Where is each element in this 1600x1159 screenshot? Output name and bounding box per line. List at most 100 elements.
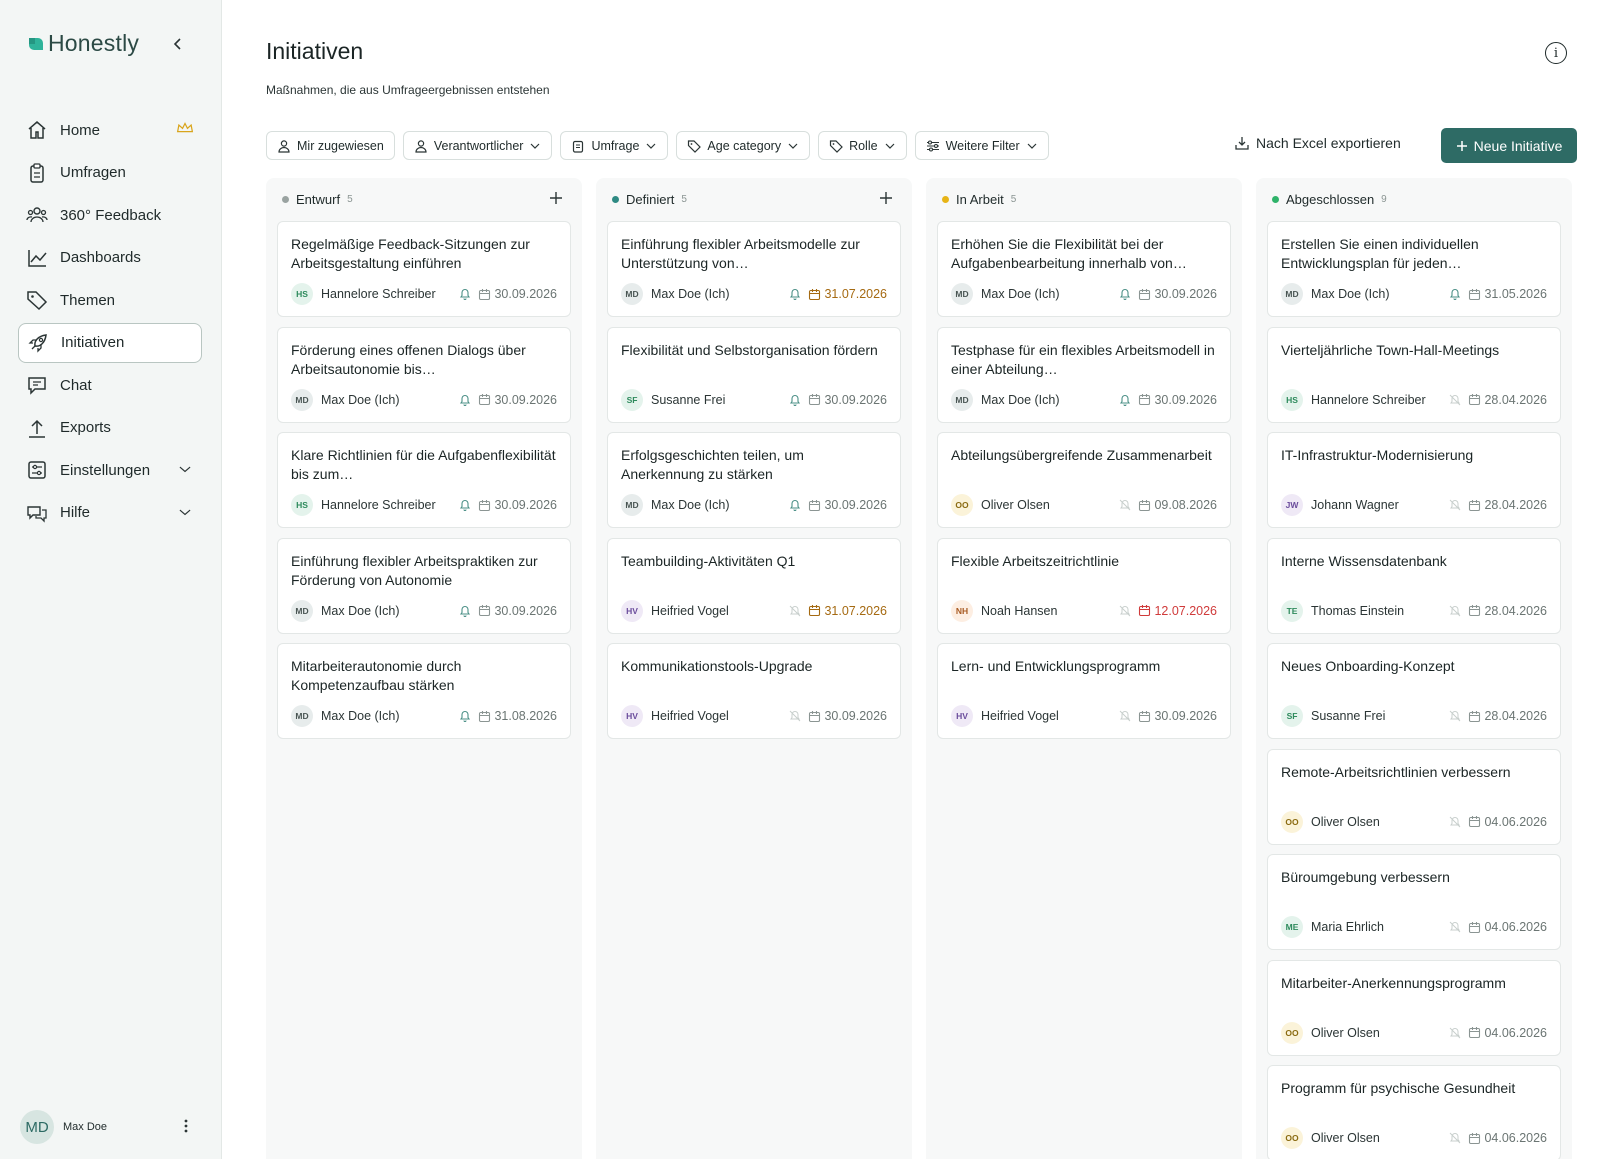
bell-off-icon[interactable] — [1448, 498, 1462, 512]
avatar: HV — [621, 705, 643, 727]
filter-verantwortlicher[interactable]: Verantwortlicher — [402, 131, 553, 160]
filter-label: Verantwortlicher — [433, 138, 524, 153]
avatar: OO — [951, 494, 973, 516]
due-date: 30.09.2026 — [478, 498, 557, 512]
bell-icon[interactable] — [1118, 287, 1132, 301]
card-owner: Heifried Vogel — [981, 709, 1059, 723]
card-footer: HV Heifried Vogel 30.09.2026 — [621, 705, 887, 727]
user-profile[interactable]: MD Max Doe — [20, 1110, 200, 1144]
initiative-card[interactable]: Einführung flexibler Arbeitspraktiken zu… — [277, 537, 571, 634]
card-title: Klare Richtlinien für die Aufgabenflexib… — [291, 447, 556, 482]
filter-mir-zugewiesen[interactable]: Mir zugewiesen — [266, 131, 395, 160]
sidebar-item-initiativen[interactable]: Initiativen — [18, 322, 202, 363]
initiative-card[interactable]: Büroumgebung verbessern ME Maria Ehrlich 04… — [1267, 854, 1561, 950]
new-initiative-button[interactable]: Neue Initiative — [1441, 128, 1577, 163]
initiative-card[interactable]: Einführung flexibler Arbeitsmodelle zur … — [607, 221, 901, 317]
initiative-card[interactable]: Interne Wissensdatenbank TE Thomas Einstei… — [1267, 537, 1561, 634]
bell-off-icon[interactable] — [788, 709, 802, 723]
initiative-card[interactable]: Flexible Arbeitszeitrichtlinie NH Noah Han… — [937, 537, 1231, 634]
card-owner: Heifried Vogel — [651, 709, 729, 723]
initiative-card[interactable]: Mitarbeiterautonomie durch Kompetenzaufb… — [277, 643, 571, 739]
bell-icon[interactable] — [788, 498, 802, 512]
initiative-card[interactable]: Vierteljährliche Town-Hall-Meetings HS Han… — [1267, 326, 1561, 423]
bell-off-icon[interactable] — [788, 604, 802, 618]
sidebar-item-chat[interactable]: Chat — [18, 365, 202, 405]
initiative-card[interactable]: Remote-Arbeitsrichtlinien verbessern OO Ol… — [1267, 748, 1561, 845]
bell-icon[interactable] — [1118, 393, 1132, 407]
due-date: 04.06.2026 — [1468, 920, 1547, 934]
initiative-card[interactable]: Lern- und Entwicklungsprogramm HV Heifried… — [937, 643, 1231, 739]
bell-off-icon[interactable] — [1448, 709, 1462, 723]
bell-icon[interactable] — [458, 498, 472, 512]
initiative-card[interactable]: Förderung eines offenen Dialogs über Arb… — [277, 326, 571, 423]
calendar-icon — [479, 394, 491, 406]
kanban-board: Entwurf 5 Regelmäßige Feedback-Sitzungen z… — [266, 178, 1572, 1159]
card-owner: Hannelore Schreiber — [1311, 392, 1426, 407]
card-owner: Susanne Frei — [1311, 709, 1386, 723]
initiative-card[interactable]: Klare Richtlinien für die Aufgabenflexib… — [277, 432, 571, 528]
card-owner: Oliver Olsen — [1311, 1131, 1380, 1145]
initiative-card[interactable]: Regelmäßige Feedback-Sitzungen zur Arbei… — [277, 221, 571, 317]
bell-icon[interactable] — [1448, 287, 1462, 301]
bell-off-icon[interactable] — [1118, 498, 1132, 512]
add-card-button[interactable] — [878, 190, 894, 206]
due-date-text: 30.09.2026 — [1154, 709, 1217, 723]
bell-off-icon[interactable] — [1448, 1131, 1462, 1145]
initiative-card[interactable]: Neues Onboarding-Konzept SF Susanne Frei 28… — [1267, 643, 1561, 739]
sidebar-item-hilfe[interactable]: Hilfe — [18, 493, 202, 533]
app-logo[interactable]: Honestly — [26, 30, 139, 57]
initiative-card[interactable]: Abteilungsübergreifende Zusammenarbeit OO… — [937, 432, 1231, 528]
initiative-card[interactable]: Erfolgsgeschichten teilen, um Anerkennun… — [607, 432, 901, 528]
sidebar-item-360-feedback[interactable]: 360° Feedback — [18, 195, 202, 235]
bell-off-icon[interactable] — [1448, 1026, 1462, 1040]
filter-age-category[interactable]: Age category — [676, 131, 811, 160]
sidebar-item-home[interactable]: Home — [18, 110, 202, 150]
bell-off-icon[interactable] — [1448, 393, 1462, 407]
chevron-down-icon — [646, 143, 656, 149]
card-owner: Oliver Olsen — [1311, 814, 1380, 829]
card-owner: Oliver Olsen — [981, 498, 1050, 512]
filter-weitere-filter[interactable]: Weitere Filter — [914, 131, 1049, 160]
filter-rolle[interactable]: Rolle — [818, 131, 907, 160]
bell-icon[interactable] — [788, 393, 802, 407]
sidebar-item-exports[interactable]: Exports — [18, 408, 202, 448]
avatar: MD — [1281, 283, 1303, 305]
bell-icon[interactable] — [788, 287, 802, 301]
filter-label: Rolle — [849, 138, 878, 153]
initiative-card[interactable]: IT-Infrastruktur-Modernisierung JW Johann … — [1267, 432, 1561, 528]
bell-off-icon[interactable] — [1118, 604, 1132, 618]
export-excel-button[interactable]: Nach Excel exportieren — [1234, 135, 1401, 151]
initiative-card[interactable]: Mitarbeiter-Anerkennungsprogramm OO Oliver… — [1267, 959, 1561, 1056]
bell-off-icon[interactable] — [1118, 709, 1132, 723]
user-menu-button[interactable] — [178, 1118, 194, 1134]
initiative-card[interactable]: Programm für psychische Gesundheit OO Oliv… — [1267, 1065, 1561, 1159]
bell-icon[interactable] — [458, 604, 472, 618]
collapse-sidebar-button[interactable] — [168, 34, 188, 54]
bell-off-icon[interactable] — [1448, 815, 1462, 829]
calendar-icon — [479, 605, 491, 617]
bell-icon[interactable] — [458, 709, 472, 723]
sidebar-item-einstellungen[interactable]: Einstellungen — [18, 450, 202, 490]
bell-off-icon[interactable] — [1448, 604, 1462, 618]
bell-icon[interactable] — [458, 287, 472, 301]
initiative-card[interactable]: Erhöhen Sie die Flexibilität bei der Auf… — [937, 221, 1231, 317]
bell-off-icon[interactable] — [1448, 920, 1462, 934]
bell-svg — [1120, 289, 1131, 301]
bell-icon[interactable] — [458, 393, 472, 407]
calendar-icon — [1469, 816, 1481, 828]
filter-umfrage[interactable]: Umfrage — [560, 131, 669, 160]
info-button[interactable]: i — [1545, 42, 1567, 64]
card-owner: Max Doe (Ich) — [321, 392, 400, 407]
sidebar-item-umfragen[interactable]: Umfragen — [18, 153, 202, 193]
initiative-card[interactable]: Testphase für ein flexibles Arbeitsmodel… — [937, 326, 1231, 423]
sidebar-item-dashboards[interactable]: Dashboards — [18, 238, 202, 278]
add-card-button[interactable] — [548, 190, 564, 206]
crown-icon — [176, 121, 194, 139]
sidebar-item-themen[interactable]: Themen — [18, 280, 202, 320]
upload-icon-svg — [29, 419, 45, 438]
sidebar: Honestly Home Umfragen 360° Feedback Dashbo… — [0, 0, 222, 1159]
initiative-card[interactable]: Flexibilität und Selbstorganisation förd… — [607, 326, 901, 423]
initiative-card[interactable]: Erstellen Sie einen individuellen Entwic… — [1267, 221, 1561, 317]
initiative-card[interactable]: Kommunikationstools-Upgrade HV Heifried Vo… — [607, 643, 901, 739]
initiative-card[interactable]: Teambuilding-Aktivitäten Q1 HV Heifried Vo… — [607, 537, 901, 634]
